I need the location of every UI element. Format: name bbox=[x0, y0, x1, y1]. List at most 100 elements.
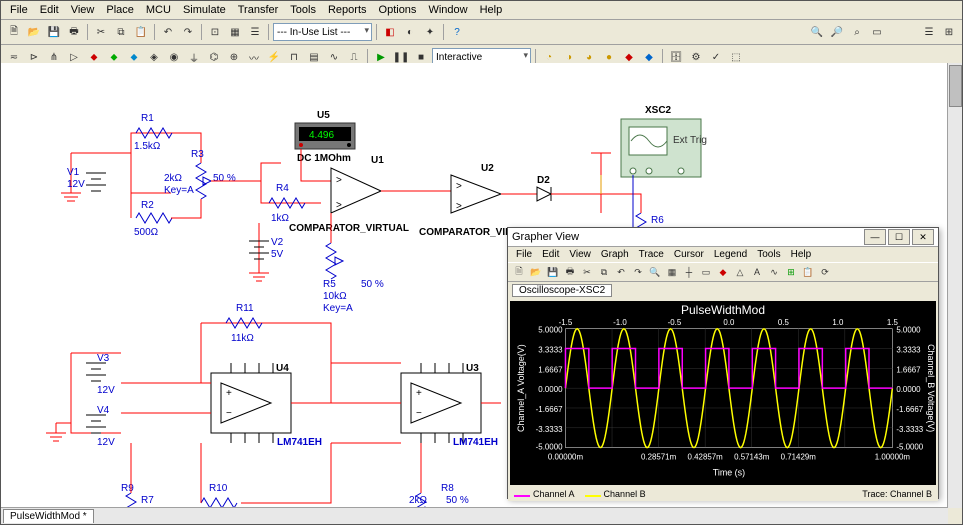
grapher-status: Trace: Channel B bbox=[862, 489, 932, 499]
g-open-icon[interactable]: 📂 bbox=[528, 264, 544, 280]
component-v2[interactable]: V2 5V bbox=[249, 223, 284, 281]
grapher-title: Grapher View bbox=[512, 231, 579, 243]
minimize-icon[interactable]: — bbox=[864, 229, 886, 245]
svg-text:˃: ˃ bbox=[336, 175, 342, 186]
main-menubar: File Edit View Place MCU Simulate Transf… bbox=[1, 1, 962, 20]
print-icon[interactable]: 🖶 bbox=[65, 23, 83, 41]
component-v4[interactable]: V4 12V bbox=[86, 405, 115, 448]
zoom-page-icon[interactable]: ▭ bbox=[868, 23, 886, 41]
instrument-xsc2[interactable]: Ext Trig XSC2 bbox=[621, 105, 707, 177]
help-icon[interactable]: ? bbox=[448, 23, 466, 41]
zoom-fit-icon[interactable]: ⊡ bbox=[206, 23, 224, 41]
redo-icon[interactable]: ↷ bbox=[179, 23, 197, 41]
g-cut-icon[interactable]: ✂ bbox=[579, 264, 595, 280]
g-text-icon[interactable]: A bbox=[749, 264, 765, 280]
in-use-list-combo[interactable]: --- In-Use List --- bbox=[273, 23, 372, 41]
save-icon[interactable]: 💾 bbox=[45, 23, 63, 41]
menu-file[interactable]: File bbox=[5, 3, 33, 17]
component-r10[interactable]: R10 10kΩ bbox=[201, 483, 237, 508]
component-r3[interactable]: R3 2kΩ 50 % Key=A bbox=[164, 149, 236, 199]
component-u3[interactable]: + − U3 LM741EH bbox=[401, 363, 498, 448]
g-marker-icon[interactable]: △ bbox=[732, 264, 748, 280]
g-new-icon[interactable]: 🗎 bbox=[511, 264, 527, 280]
maximize-icon[interactable]: ☐ bbox=[888, 229, 910, 245]
gmenu-help[interactable]: Help bbox=[787, 248, 816, 261]
component-d2[interactable]: D2 bbox=[537, 175, 551, 201]
grid-icon[interactable]: ▦ bbox=[226, 23, 244, 41]
g-export-icon[interactable]: ∿ bbox=[766, 264, 782, 280]
menu-transfer[interactable]: Transfer bbox=[233, 3, 284, 17]
svg-text:Time (s): Time (s) bbox=[713, 467, 745, 477]
component-v3[interactable]: V3 12V bbox=[86, 353, 115, 396]
g-print-icon[interactable]: 🖶 bbox=[562, 264, 578, 280]
g-excel-icon[interactable]: ⊞ bbox=[783, 264, 799, 280]
component-u1[interactable]: ˃ ˃ U1 COMPARATOR_VIRTUAL bbox=[289, 155, 409, 234]
menu-place[interactable]: Place bbox=[101, 3, 139, 17]
tool-a-icon[interactable]: ◧ bbox=[381, 23, 399, 41]
g-refresh-icon[interactable]: ⟳ bbox=[817, 264, 833, 280]
copy-icon[interactable]: ⧉ bbox=[112, 23, 130, 41]
svg-text:D2: D2 bbox=[537, 175, 550, 186]
gmenu-tools[interactable]: Tools bbox=[753, 248, 784, 261]
zoom-in-icon[interactable]: 🔍 bbox=[808, 23, 826, 41]
menu-window[interactable]: Window bbox=[423, 3, 472, 17]
cut-icon[interactable]: ✂ bbox=[92, 23, 110, 41]
svg-text:XSC2: XSC2 bbox=[645, 105, 672, 116]
horizontal-scrollbar[interactable]: PulseWidthMod * bbox=[1, 507, 948, 524]
gmenu-trace[interactable]: Trace bbox=[635, 248, 668, 261]
gmenu-file[interactable]: File bbox=[512, 248, 536, 261]
g-zoom-icon[interactable]: 🔍 bbox=[647, 264, 663, 280]
g-redo-icon[interactable]: ↷ bbox=[630, 264, 646, 280]
menu-edit[interactable]: Edit bbox=[35, 3, 64, 17]
menu-help[interactable]: Help bbox=[475, 3, 508, 17]
svg-text:R6: R6 bbox=[651, 215, 664, 226]
list-view-icon[interactable]: ☰ bbox=[920, 23, 938, 41]
svg-text:0.28571m: 0.28571m bbox=[641, 453, 677, 462]
menu-simulate[interactable]: Simulate bbox=[178, 3, 231, 17]
vertical-scrollbar[interactable] bbox=[947, 63, 962, 508]
g-save-icon[interactable]: 💾 bbox=[545, 264, 561, 280]
component-u4[interactable]: + − U4 LM741EH bbox=[211, 363, 322, 448]
g-copy-icon[interactable]: ⧉ bbox=[596, 264, 612, 280]
menu-tools[interactable]: Tools bbox=[285, 3, 321, 17]
gmenu-cursor[interactable]: Cursor bbox=[670, 248, 708, 261]
grapher-plot[interactable]: PulseWidthMod 5.0000 3.3333 1.6667 0.000… bbox=[510, 301, 936, 485]
g-clip-icon[interactable]: 📋 bbox=[800, 264, 816, 280]
menu-mcu[interactable]: MCU bbox=[141, 3, 176, 17]
component-r9-r7[interactable]: R9 R7 1kΩ bbox=[121, 483, 160, 508]
svg-text:R5: R5 bbox=[323, 279, 336, 290]
zoom-out-icon[interactable]: 🔎 bbox=[828, 23, 846, 41]
svg-text:-5.0000: -5.0000 bbox=[536, 443, 563, 452]
component-u5-meter[interactable]: 4.496 U5 DC 1MOhm bbox=[295, 110, 355, 164]
close-icon[interactable]: ✕ bbox=[912, 229, 934, 245]
gmenu-graph[interactable]: Graph bbox=[597, 248, 633, 261]
g-grid-icon[interactable]: ▦ bbox=[664, 264, 680, 280]
tool-c-icon[interactable]: ✦ bbox=[421, 23, 439, 41]
g-legend-icon[interactable]: ▭ bbox=[698, 264, 714, 280]
g-undo-icon[interactable]: ↶ bbox=[613, 264, 629, 280]
component-r2[interactable]: R2 500Ω bbox=[134, 200, 172, 238]
open-icon[interactable]: 📂 bbox=[25, 23, 43, 41]
grapher-titlebar[interactable]: Grapher View — ☐ ✕ bbox=[508, 228, 938, 247]
component-v1[interactable]: V1 12V bbox=[67, 167, 106, 191]
grapher-window[interactable]: Grapher View — ☐ ✕ File Edit View Graph … bbox=[507, 227, 939, 499]
gmenu-legend[interactable]: Legend bbox=[710, 248, 751, 261]
zoom-area-icon[interactable]: ⌕ bbox=[848, 23, 866, 41]
svg-text:50 %: 50 % bbox=[361, 279, 384, 290]
g-color-icon[interactable]: ◆ bbox=[715, 264, 731, 280]
gmenu-edit[interactable]: Edit bbox=[538, 248, 563, 261]
g-cursor-icon[interactable]: ┼ bbox=[681, 264, 697, 280]
tool-b-icon[interactable]: ◐ bbox=[401, 23, 419, 41]
undo-icon[interactable]: ↶ bbox=[159, 23, 177, 41]
component-r8[interactable]: R8 2kΩ 50 % Key=A bbox=[409, 483, 469, 508]
menu-view[interactable]: View bbox=[66, 3, 100, 17]
grapher-tab-scope[interactable]: Oscilloscope-XSC2 bbox=[512, 284, 612, 297]
design-tab[interactable]: PulseWidthMod * bbox=[3, 509, 94, 523]
menu-reports[interactable]: Reports bbox=[323, 3, 372, 17]
layers-icon[interactable]: ☰ bbox=[246, 23, 264, 41]
new-icon[interactable]: 🗎 bbox=[5, 23, 23, 41]
gmenu-view[interactable]: View bbox=[565, 248, 595, 261]
menu-options[interactable]: Options bbox=[374, 3, 422, 17]
detail-view-icon[interactable]: ⊞ bbox=[940, 23, 958, 41]
paste-icon[interactable]: 📋 bbox=[132, 23, 150, 41]
